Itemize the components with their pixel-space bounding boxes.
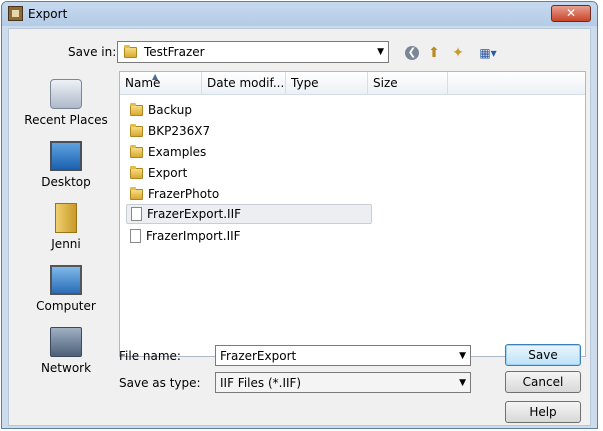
place-label: Desktop (41, 175, 91, 189)
chevron-down-icon: ▼ (459, 351, 466, 361)
column-header-date[interactable]: Date modif... (202, 72, 286, 94)
column-header-size[interactable]: Size (368, 72, 448, 94)
desktop-icon (50, 141, 82, 171)
place-label: Recent Places (24, 113, 108, 127)
up-one-level-button[interactable]: ⬆ (425, 44, 443, 62)
item-name: Export (148, 166, 188, 180)
network-icon (50, 327, 82, 357)
export-dialog: Export ✕ Save in: TestFrazer ▼ ❮ ⬆ ✦ ▦▾ … (1, 1, 598, 429)
save-in-location: TestFrazer (144, 45, 205, 59)
back-button[interactable]: ❮ (403, 44, 421, 62)
place-network[interactable]: Network (15, 327, 117, 375)
file-list[interactable]: Name ▲ Date modif... Type Size Backup BK… (119, 71, 586, 357)
chevron-down-icon: ▼ (459, 378, 466, 388)
places-bar: Recent Places Desktop Jenni Computer Net… (15, 73, 117, 375)
list-item[interactable]: BKP236X7 (126, 121, 214, 141)
sort-ascending-icon: ▲ (152, 72, 159, 81)
place-desktop[interactable]: Desktop (15, 141, 117, 189)
list-item[interactable]: FrazerPhoto (126, 184, 223, 204)
close-button[interactable]: ✕ (551, 5, 591, 22)
title-bar: Export ✕ (2, 2, 597, 26)
file-name-label: File name: (119, 349, 181, 363)
folder-icon (130, 165, 143, 179)
chevron-down-icon: ▼ (377, 47, 384, 57)
list-item-selected[interactable]: FrazerExport.IIF (126, 204, 372, 224)
new-folder-button[interactable]: ✦ (449, 44, 467, 62)
place-label: Network (40, 361, 92, 375)
app-icon (8, 6, 23, 21)
recent-places-icon (50, 79, 82, 109)
place-label: Jenni (51, 237, 81, 251)
file-name-value: FrazerExport (220, 349, 297, 363)
item-name: FrazerImport.IIF (146, 229, 241, 243)
column-header-type[interactable]: Type (286, 72, 368, 94)
column-header-name[interactable]: Name ▲ (120, 72, 202, 94)
back-arrow-icon: ❮ (405, 46, 419, 60)
folder-icon (124, 45, 137, 58)
save-as-type-label: Save as type: (119, 376, 201, 390)
help-button[interactable]: Help (505, 401, 581, 423)
list-item[interactable]: Examples (126, 142, 210, 162)
folder-icon (130, 123, 143, 137)
item-name: BKP236X7 (148, 124, 211, 138)
save-button[interactable]: Save (505, 344, 581, 366)
list-item[interactable]: FrazerImport.IIF (126, 226, 245, 246)
file-name-field[interactable]: FrazerExport ▼ (215, 345, 471, 366)
item-name: FrazerPhoto (148, 187, 220, 201)
folder-icon (130, 144, 143, 158)
views-menu-button[interactable]: ▦▾ (473, 44, 503, 62)
list-item[interactable]: Backup (126, 100, 196, 120)
save-as-type-value: IIF Files (*.IIF) (220, 376, 302, 390)
item-name: Backup (148, 103, 192, 117)
document-icon (130, 229, 141, 243)
save-as-type-dropdown[interactable]: IIF Files (*.IIF) ▼ (215, 372, 471, 393)
place-jenni[interactable]: Jenni (15, 203, 117, 251)
dialog-body: Save in: TestFrazer ▼ ❮ ⬆ ✦ ▦▾ Recent Pl… (8, 28, 591, 426)
item-name: FrazerExport.IIF (147, 207, 242, 221)
place-computer[interactable]: Computer (15, 265, 117, 313)
column-header-row: Name ▲ Date modif... Type Size (120, 72, 585, 95)
dialog-title: Export (28, 7, 68, 21)
folder-icon (130, 102, 143, 116)
item-name: Examples (148, 145, 207, 159)
save-in-label: Save in: (68, 45, 117, 59)
document-icon (131, 207, 142, 221)
computer-icon (50, 265, 82, 295)
place-recent-places[interactable]: Recent Places (15, 79, 117, 127)
cancel-button[interactable]: Cancel (505, 371, 581, 393)
list-item[interactable]: Export (126, 163, 191, 183)
place-label: Computer (36, 299, 96, 313)
folder-icon (130, 186, 143, 200)
save-in-dropdown[interactable]: TestFrazer ▼ (117, 41, 389, 63)
user-folder-icon (55, 203, 77, 233)
